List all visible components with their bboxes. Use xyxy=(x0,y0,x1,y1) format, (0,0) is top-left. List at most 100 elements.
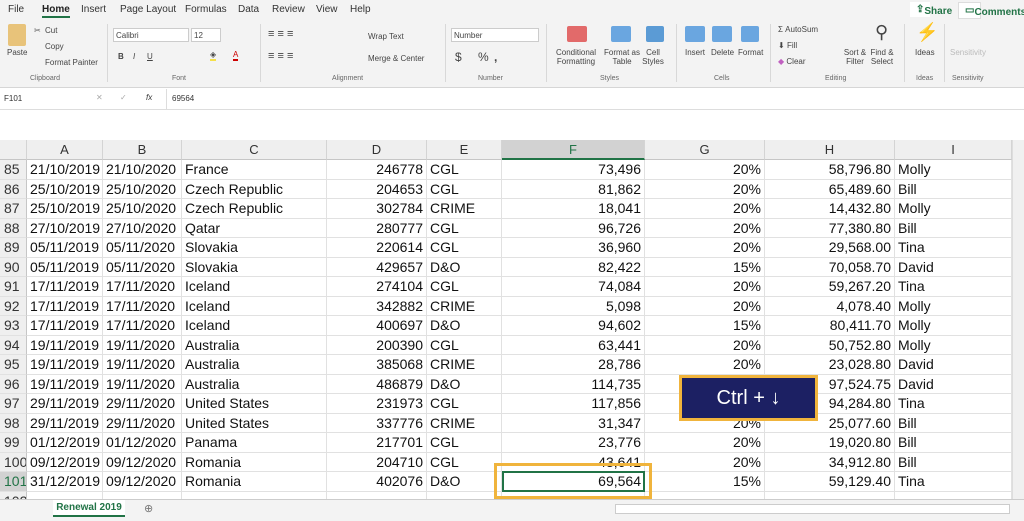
cell-f[interactable]: 36,960 xyxy=(502,238,645,258)
cell-b[interactable]: 25/10/2020 xyxy=(103,199,182,219)
cell-d[interactable]: 220614 xyxy=(327,238,427,258)
cell-a[interactable]: 27/10/2019 xyxy=(27,218,103,238)
cell-a[interactable]: 31/12/2019 xyxy=(27,472,103,492)
cell-f[interactable]: 74,084 xyxy=(502,277,645,297)
clear-button[interactable]: ◆ Clear xyxy=(778,57,806,66)
cell-b[interactable]: 09/12/2020 xyxy=(103,472,182,492)
cell-i[interactable]: Molly xyxy=(895,335,1012,355)
cell-h[interactable]: 14,432.80 xyxy=(765,199,895,219)
cell-h[interactable]: 59,267.20 xyxy=(765,277,895,297)
cell-i[interactable]: David xyxy=(895,355,1012,375)
column-header-g[interactable]: G xyxy=(645,140,765,160)
cell-h[interactable]: 4,078.40 xyxy=(765,296,895,316)
cell-h[interactable]: 34,912.80 xyxy=(765,452,895,472)
cell-d[interactable]: 204653 xyxy=(327,179,427,199)
cell-g[interactable]: 20% xyxy=(645,160,765,180)
cut-button[interactable]: Cut xyxy=(45,26,57,35)
cell-e[interactable]: D&O xyxy=(427,257,502,277)
copy-button[interactable]: Copy xyxy=(45,42,64,51)
cell-b[interactable]: 05/11/2020 xyxy=(103,257,182,277)
cell-c[interactable]: Czech Republic xyxy=(182,199,327,219)
cell-a[interactable]: 01/12/2019 xyxy=(27,433,103,453)
cell-styles-button[interactable]: Cell Styles xyxy=(640,48,666,66)
cell-c[interactable]: Romania xyxy=(182,472,327,492)
cell-f[interactable]: 73,496 xyxy=(502,160,645,180)
cell-i[interactable]: Bill xyxy=(895,433,1012,453)
cell-a[interactable]: 05/11/2019 xyxy=(27,257,103,277)
column-header-h[interactable]: H xyxy=(765,140,895,160)
find-select-button[interactable]: Find & Select xyxy=(868,48,896,66)
cell-c[interactable]: Australia xyxy=(182,355,327,375)
cell-e[interactable]: CGL xyxy=(427,238,502,258)
cell-h[interactable]: 65,489.60 xyxy=(765,179,895,199)
cell-e[interactable]: CRIME xyxy=(427,413,502,433)
cell-e[interactable]: CRIME xyxy=(427,355,502,375)
format-painter-button[interactable]: Format Painter xyxy=(45,58,98,67)
cell-d[interactable]: 337776 xyxy=(327,413,427,433)
cell-i[interactable]: Tina xyxy=(895,277,1012,297)
font-size-select[interactable]: 12 xyxy=(191,28,221,42)
underline-button[interactable]: U xyxy=(147,52,153,61)
cell-g[interactable]: 20% xyxy=(645,296,765,316)
cell-d[interactable]: 200390 xyxy=(327,335,427,355)
cell-a[interactable]: 21/10/2019 xyxy=(27,160,103,180)
cell-e[interactable]: D&O xyxy=(427,316,502,336)
halign-icons[interactable]: ≡ ≡ ≡ xyxy=(268,50,293,62)
ideas-button[interactable]: Ideas xyxy=(915,48,935,57)
cell-i[interactable]: Bill xyxy=(895,452,1012,472)
cell-h[interactable]: 50,752.80 xyxy=(765,335,895,355)
cell-d[interactable]: 402076 xyxy=(327,472,427,492)
row-header[interactable]: 92 xyxy=(0,296,27,316)
tab-page-layout[interactable]: Page Layout xyxy=(120,4,176,15)
cell-d[interactable]: 217701 xyxy=(327,433,427,453)
cell-g[interactable]: 20% xyxy=(645,218,765,238)
cell-b[interactable]: 17/11/2020 xyxy=(103,296,182,316)
fill-button[interactable]: ⬇ Fill xyxy=(778,41,797,50)
cell-e[interactable]: CGL xyxy=(427,452,502,472)
row-header[interactable]: 101 xyxy=(0,472,27,492)
cell-d[interactable]: 204710 xyxy=(327,452,427,472)
cell-i[interactable]: Molly xyxy=(895,199,1012,219)
horizontal-scrollbar[interactable] xyxy=(615,504,1010,514)
cell-b[interactable]: 29/11/2020 xyxy=(103,413,182,433)
function-icon[interactable]: fx xyxy=(146,93,152,102)
row-header[interactable]: 100 xyxy=(0,452,27,472)
cell-d[interactable]: 385068 xyxy=(327,355,427,375)
cell-f[interactable]: 31,347 xyxy=(502,413,645,433)
italic-button[interactable]: I xyxy=(133,52,135,61)
cell-d[interactable]: 400697 xyxy=(327,316,427,336)
cell-d[interactable]: 486879 xyxy=(327,374,427,394)
cell-h[interactable]: 23,028.80 xyxy=(765,355,895,375)
cell-i[interactable]: Bill xyxy=(895,413,1012,433)
comma-button[interactable]: , xyxy=(494,50,497,64)
cell-d[interactable]: 302784 xyxy=(327,199,427,219)
cell-i[interactable]: Tina xyxy=(895,238,1012,258)
row-header[interactable]: 97 xyxy=(0,394,27,414)
cell-a[interactable]: 17/11/2019 xyxy=(27,277,103,297)
font-color-icon[interactable]: A xyxy=(233,50,239,61)
cell-a[interactable]: 29/11/2019 xyxy=(27,394,103,414)
cell-c[interactable]: Iceland xyxy=(182,296,327,316)
cell-g[interactable]: 20% xyxy=(645,355,765,375)
row-header[interactable]: 94 xyxy=(0,335,27,355)
insert-button[interactable]: Insert xyxy=(685,48,705,57)
cell-f[interactable]: 63,441 xyxy=(502,335,645,355)
sensitivity-button[interactable]: Sensitivity xyxy=(950,48,986,57)
row-header[interactable]: 86 xyxy=(0,179,27,199)
cell-h[interactable]: 70,058.70 xyxy=(765,257,895,277)
cell-i[interactable]: Bill xyxy=(895,218,1012,238)
cell-g[interactable]: 15% xyxy=(645,257,765,277)
row-header[interactable]: 87 xyxy=(0,199,27,219)
cell-a[interactable]: 29/11/2019 xyxy=(27,413,103,433)
cell-f[interactable]: 5,098 xyxy=(502,296,645,316)
cell-e[interactable]: CGL xyxy=(427,277,502,297)
cell-b[interactable]: 17/11/2020 xyxy=(103,316,182,336)
tab-insert[interactable]: Insert xyxy=(81,4,106,15)
column-header-d[interactable]: D xyxy=(327,140,427,160)
cell-a[interactable]: 19/11/2019 xyxy=(27,335,103,355)
percent-button[interactable]: % xyxy=(478,50,489,64)
cell-c[interactable]: Iceland xyxy=(182,277,327,297)
row-header[interactable]: 88 xyxy=(0,218,27,238)
add-sheet-icon[interactable]: ⊕ xyxy=(144,502,153,515)
cell-a[interactable]: 19/11/2019 xyxy=(27,374,103,394)
